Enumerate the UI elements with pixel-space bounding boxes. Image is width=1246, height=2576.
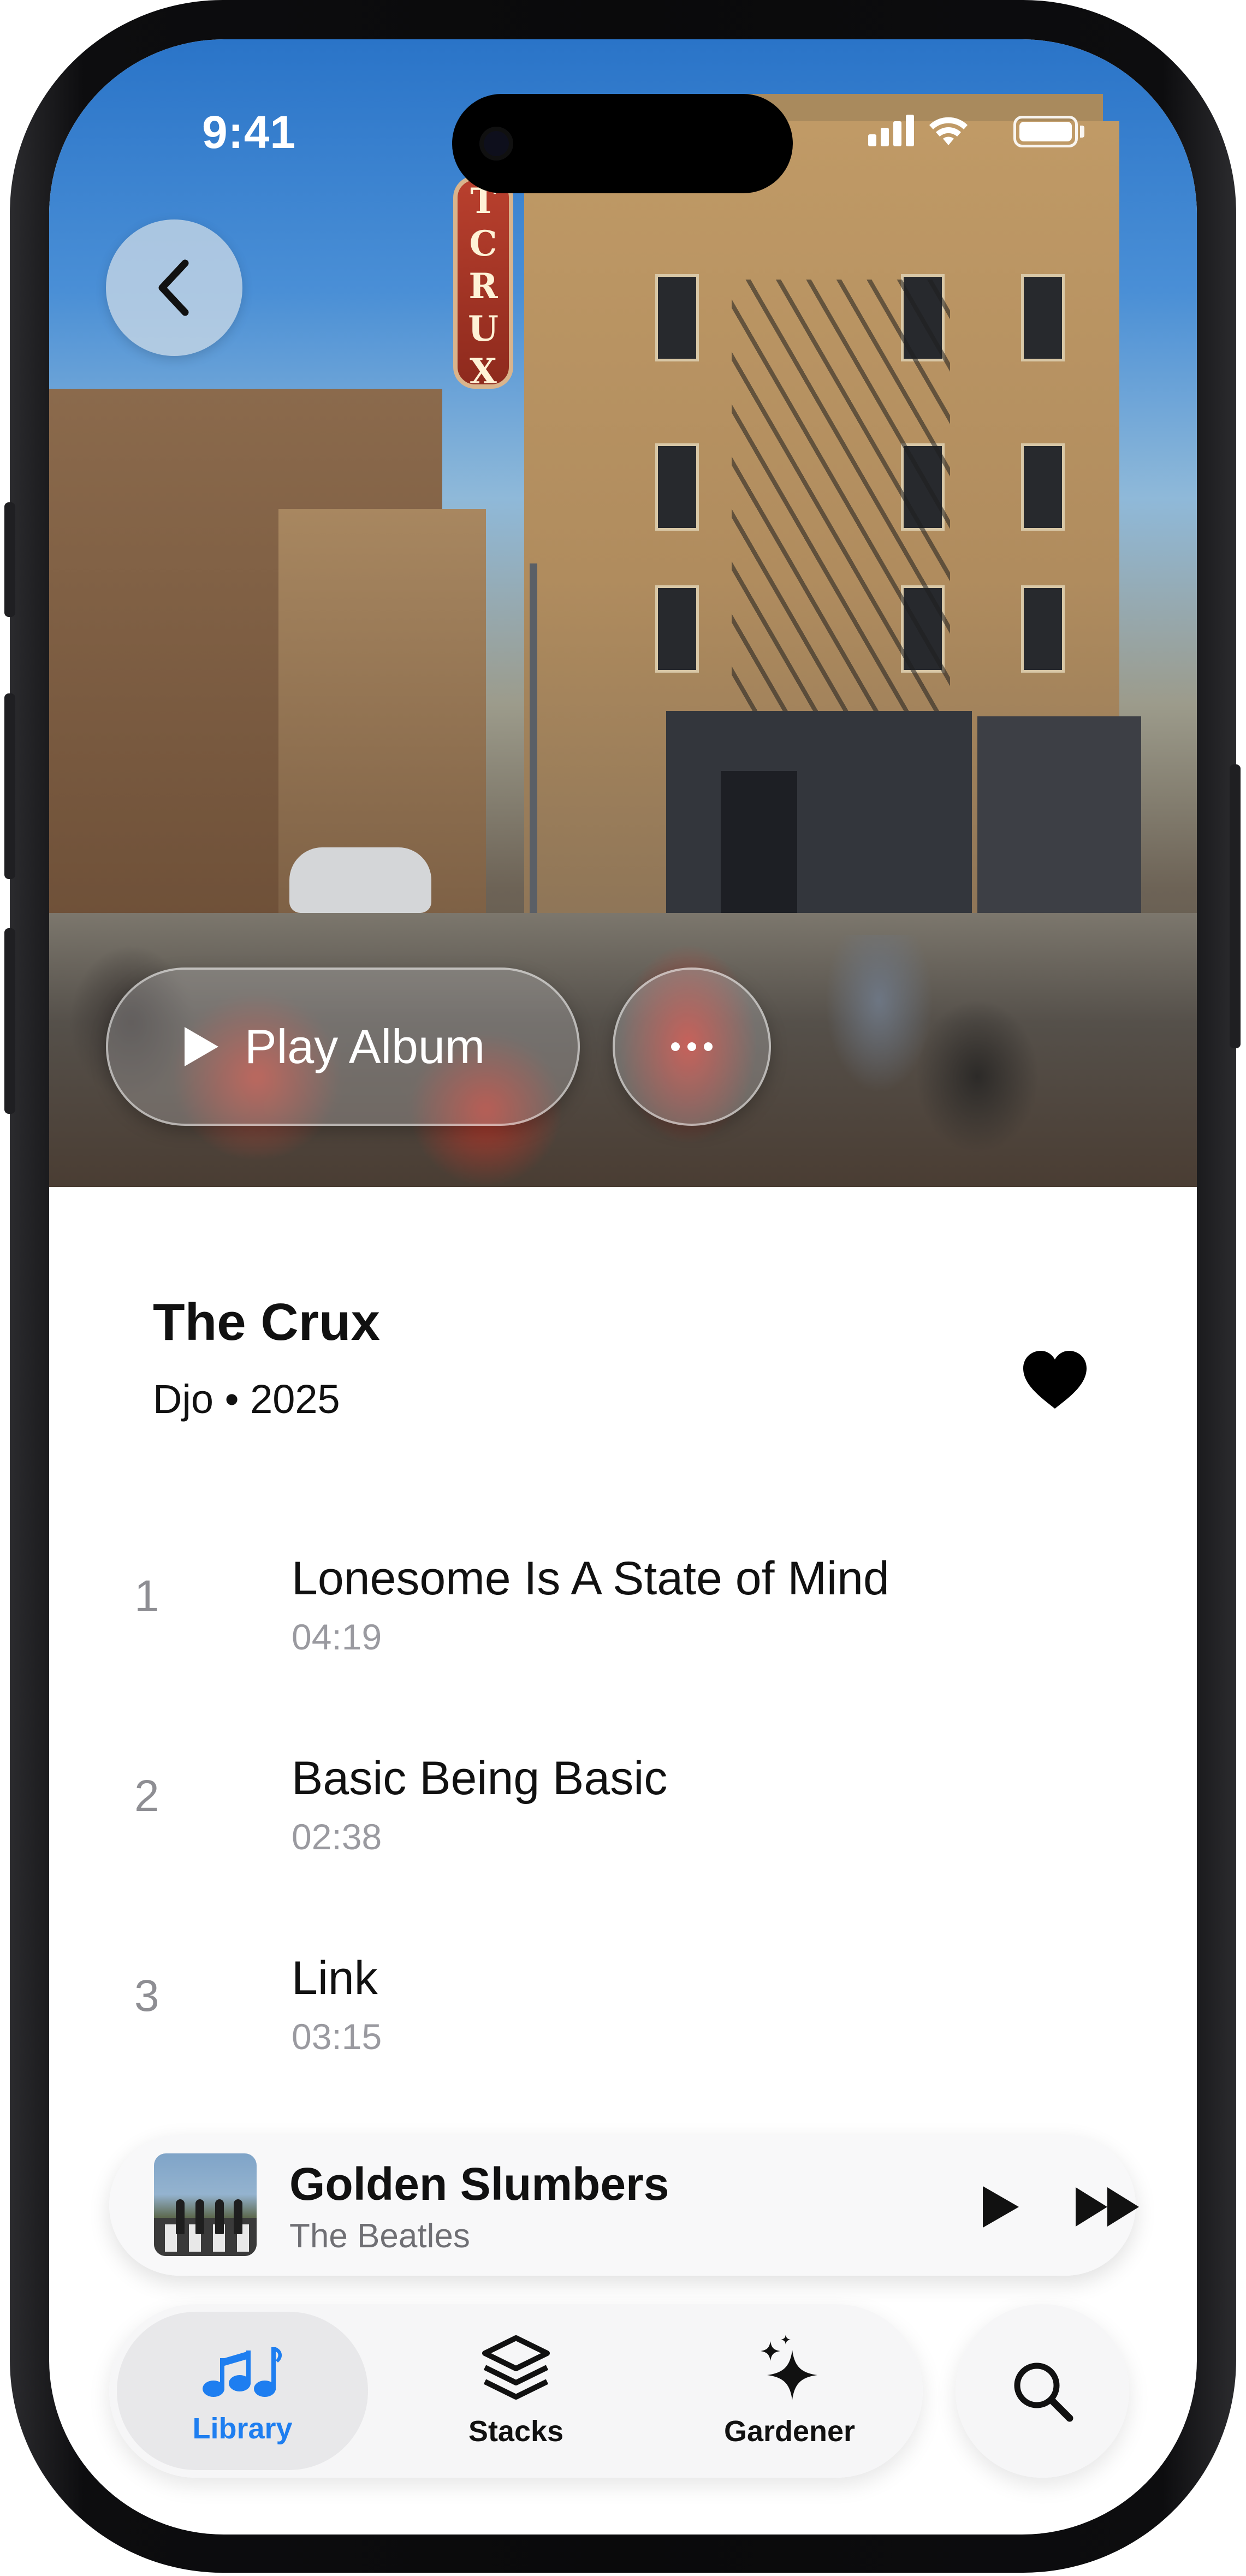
- back-button[interactable]: [106, 219, 242, 356]
- track-number: 3: [134, 1971, 159, 2021]
- chevron-left-icon: [158, 259, 189, 316]
- tab-gardener-label: Gardener: [723, 2415, 856, 2448]
- power-button: [1230, 764, 1241, 1048]
- tab-gardener[interactable]: Gardener: [664, 2312, 915, 2470]
- artwork-neon-sign: TCRUX: [453, 176, 513, 392]
- tab-bar: Library Stacks Gardener: [109, 2304, 923, 2478]
- volume-down-button: [4, 928, 15, 1114]
- track-title: Link: [292, 1952, 378, 2004]
- play-album-label: Play Album: [245, 1019, 485, 1073]
- play-album-button[interactable]: Play Album: [106, 968, 580, 1126]
- screen: TCRUX 9:41 Play Album The Crux Djo • 202…: [49, 39, 1197, 2535]
- tab-library[interactable]: Library: [117, 2312, 368, 2470]
- now-playing-artwork: [154, 2153, 257, 2256]
- artwork-fire-escape: [732, 280, 950, 771]
- search-icon: [1014, 2363, 1073, 2422]
- now-playing-bar[interactable]: Golden Slumbers The Beatles: [109, 2135, 1139, 2276]
- fast-forward-icon[interactable]: [1076, 2187, 1139, 2227]
- wifi-icon: [929, 117, 968, 145]
- album-title: The Crux: [153, 1293, 381, 1351]
- dynamic-island: [452, 94, 793, 193]
- heart-icon[interactable]: [1021, 1350, 1089, 1410]
- volume-up-button: [4, 693, 15, 879]
- status-time: 9:41: [202, 106, 296, 158]
- track-row[interactable]: 3 Link 03:15: [49, 1940, 1197, 2104]
- stack-icon: [482, 2335, 550, 2400]
- battery-icon: [1013, 116, 1078, 147]
- tab-stacks[interactable]: Stacks: [390, 2312, 642, 2470]
- track-duration: 04:19: [292, 1617, 382, 1657]
- artwork-storefront: [666, 711, 972, 946]
- track-row[interactable]: 1 Lonesome Is A State of Mind 04:19: [49, 1541, 1197, 1705]
- track-number: 2: [134, 1771, 159, 1821]
- artwork-car: [289, 847, 431, 913]
- now-playing-title: Golden Slumbers: [289, 2158, 669, 2210]
- now-playing-artist: The Beatles: [289, 2217, 470, 2255]
- artwork-window: [1021, 443, 1065, 531]
- action-button: [4, 502, 15, 617]
- battery-tip: [1080, 126, 1084, 138]
- artwork-window: [655, 443, 699, 531]
- artwork-window: [655, 274, 699, 361]
- tab-stacks-label: Stacks: [468, 2415, 564, 2448]
- tab-library-label: Library: [192, 2412, 293, 2445]
- artwork-window: [1021, 585, 1065, 673]
- more-options-button[interactable]: [613, 968, 771, 1126]
- track-duration: 02:38: [292, 1817, 382, 1857]
- artwork-lamppost: [530, 563, 537, 957]
- camera-icon: [479, 127, 513, 161]
- artwork-window: [655, 585, 699, 673]
- track-row[interactable]: 2 Basic Being Basic 02:38: [49, 1741, 1197, 1904]
- track-title: Lonesome Is A State of Mind: [292, 1552, 889, 1605]
- play-icon: [185, 1027, 218, 1066]
- sparkles-icon: [761, 2335, 817, 2400]
- artwork-window: [1021, 274, 1065, 361]
- track-duration: 03:15: [292, 2016, 382, 2057]
- track-title: Basic Being Basic: [292, 1752, 668, 1805]
- track-number: 1: [134, 1571, 159, 1621]
- ellipsis-icon: [671, 1042, 680, 1051]
- status-icons: [868, 115, 969, 146]
- search-button[interactable]: [956, 2304, 1129, 2478]
- play-icon[interactable]: [983, 2186, 1019, 2228]
- album-artist-year: Djo • 2025: [153, 1376, 340, 1422]
- cellular-signal-icon: [868, 115, 914, 146]
- music-notes-icon: [203, 2347, 282, 2397]
